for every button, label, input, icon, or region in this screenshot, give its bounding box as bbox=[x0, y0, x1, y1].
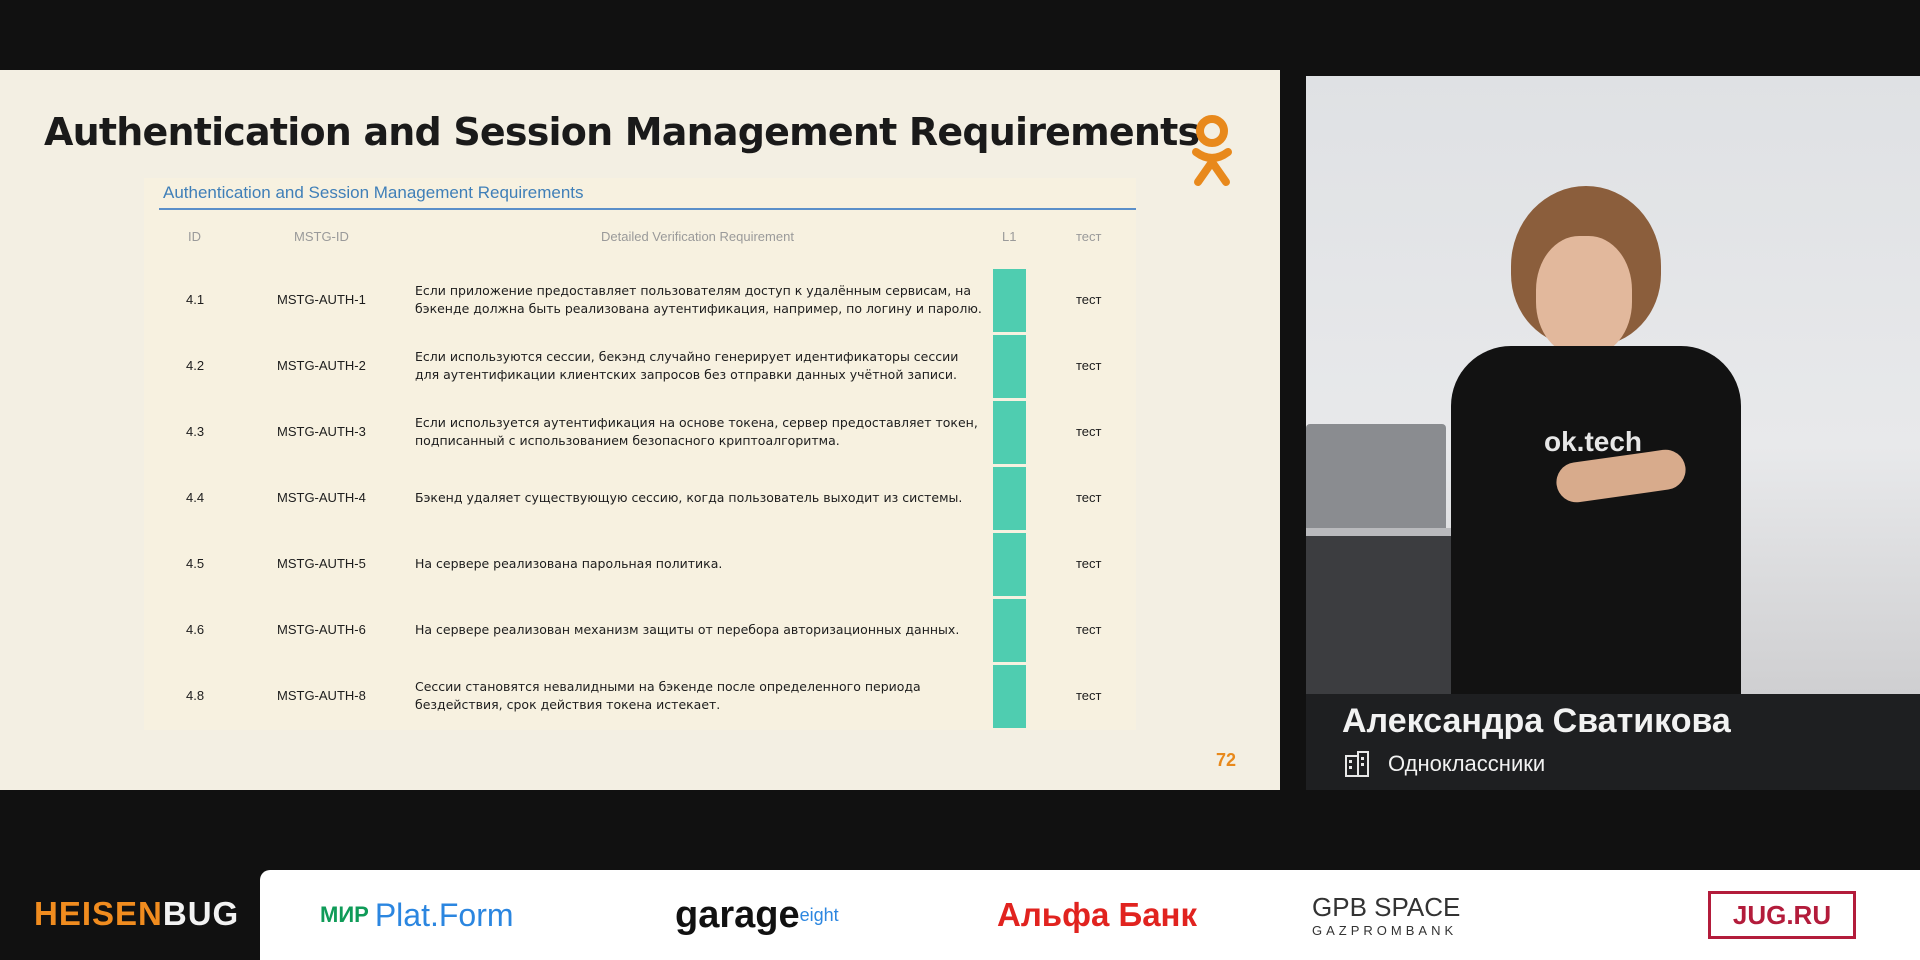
column-header-mstg-id: MSTG-ID bbox=[294, 229, 349, 244]
speaker-video: ok.tech bbox=[1306, 76, 1920, 694]
speaker-body bbox=[1451, 346, 1741, 694]
row-requirement: Сессии становятся невалидными на бэкенде… bbox=[415, 679, 921, 712]
row-test: тест bbox=[1076, 688, 1102, 703]
l1-marker bbox=[993, 335, 1026, 398]
sponsor-name: GPB SPACE bbox=[1312, 892, 1461, 922]
requirements-table: Authentication and Session Management Re… bbox=[144, 178, 1136, 730]
row-test: тест bbox=[1076, 424, 1102, 439]
l1-marker bbox=[993, 533, 1026, 596]
row-requirement: Если используется аутентификация на осно… bbox=[415, 415, 978, 448]
table-divider bbox=[159, 208, 1136, 210]
column-header-id: ID bbox=[188, 229, 201, 244]
shirt-logo: ok.tech bbox=[1544, 426, 1643, 457]
row-requirement: Бэкенд удаляет существующую сессию, когд… bbox=[415, 490, 963, 505]
sponsor-name: garage bbox=[675, 893, 800, 936]
sponsor-garage: garage eight bbox=[675, 870, 839, 960]
presentation-slide: Authentication and Session Management Re… bbox=[0, 70, 1280, 790]
row-id: 4.6 bbox=[186, 622, 205, 637]
table-row: 4.2 MSTG-AUTH-2 Если используются сессии… bbox=[144, 334, 1136, 400]
row-test: тест bbox=[1076, 358, 1102, 373]
row-mstg-id: MSTG-AUTH-4 bbox=[277, 490, 366, 505]
event-logo-part: BUG bbox=[162, 895, 240, 932]
row-requirement: На сервере реализована парольная политик… bbox=[415, 556, 723, 571]
sponsor-sub: GAZPROMBANK bbox=[1312, 923, 1458, 938]
row-mstg-id: MSTG-AUTH-5 bbox=[277, 556, 366, 571]
row-mstg-id: MSTG-AUTH-1 bbox=[277, 292, 366, 307]
row-id: 4.8 bbox=[186, 688, 205, 703]
sponsor-name: Альфа Банк bbox=[997, 896, 1197, 933]
slide-page-number: 72 bbox=[1216, 750, 1237, 770]
laptop bbox=[1306, 424, 1446, 534]
column-header-test: тест bbox=[1076, 229, 1102, 244]
row-test: тест bbox=[1076, 556, 1102, 571]
table-row: 4.5 MSTG-AUTH-5 На сервере реализована п… bbox=[144, 532, 1136, 598]
sponsor-alfabank: Альфа Банк bbox=[997, 870, 1197, 960]
column-header-l1: L1 bbox=[1002, 229, 1017, 244]
event-logo-part: HEISEN bbox=[34, 895, 163, 932]
row-id: 4.5 bbox=[186, 556, 205, 571]
row-id: 4.3 bbox=[186, 424, 205, 439]
row-id: 4.4 bbox=[186, 490, 205, 505]
company-name: Одноклассники bbox=[1388, 751, 1546, 776]
row-test: тест bbox=[1076, 622, 1102, 637]
l1-marker bbox=[993, 599, 1026, 662]
sponsor-sup: eight bbox=[799, 904, 839, 925]
row-test: тест bbox=[1076, 292, 1102, 307]
l1-marker bbox=[993, 665, 1026, 728]
table-row: 4.4 MSTG-AUTH-4 Бэкенд удаляет существую… bbox=[144, 466, 1136, 532]
table-row: 4.8 MSTG-AUTH-8 Сессии становятся невали… bbox=[144, 664, 1136, 730]
speaker-name: Александра Сватикова bbox=[1342, 702, 1731, 740]
sponsor-mark: МИР bbox=[320, 902, 369, 927]
sponsor-bar: МИР Plat.Form garage eight Альфа Банк GPB … bbox=[260, 870, 1920, 960]
row-requirement: На сервере реализован механизм защиты от… bbox=[415, 622, 960, 637]
row-mstg-id: MSTG-AUTH-6 bbox=[277, 622, 366, 637]
speaker-caption: Александра Сватикова Одноклассники bbox=[1306, 694, 1920, 790]
l1-marker bbox=[993, 401, 1026, 464]
building-icon bbox=[1345, 751, 1369, 777]
row-mstg-id: MSTG-AUTH-3 bbox=[277, 424, 366, 439]
table-heading: Authentication and Session Management Re… bbox=[163, 183, 584, 202]
sponsor-platform: МИР Plat.Form bbox=[320, 870, 514, 960]
row-requirement: Если используются сессии, бекэнд случайн… bbox=[415, 349, 959, 382]
odnoklassniki-logo-icon bbox=[1192, 115, 1232, 186]
row-mstg-id: MSTG-AUTH-8 bbox=[277, 688, 366, 703]
sponsor-jugru: JUG.RU bbox=[1708, 891, 1856, 939]
video-frame: Authentication and Session Management Re… bbox=[0, 0, 1920, 960]
l1-marker bbox=[993, 467, 1026, 530]
table-row: 4.3 MSTG-AUTH-3 Если используется аутент… bbox=[144, 400, 1136, 466]
speaker-face bbox=[1536, 236, 1632, 356]
row-mstg-id: MSTG-AUTH-2 bbox=[277, 358, 366, 373]
table-row: 4.6 MSTG-AUTH-6 На сервере реализован ме… bbox=[144, 598, 1136, 664]
row-id: 4.2 bbox=[186, 358, 205, 373]
column-header-requirement: Detailed Verification Requirement bbox=[601, 229, 794, 244]
l1-marker bbox=[993, 269, 1026, 332]
table-row: 4.1 MSTG-AUTH-1 Если приложение предоста… bbox=[144, 268, 1136, 334]
sponsor-name: JUG.RU bbox=[1732, 899, 1832, 930]
row-id: 4.1 bbox=[186, 292, 205, 307]
slide-title: Authentication and Session Management Re… bbox=[44, 110, 1200, 154]
event-logo: HEISENBUG bbox=[34, 895, 239, 933]
row-requirement: Если приложение предоставляет пользовате… bbox=[415, 283, 982, 316]
row-test: тест bbox=[1076, 490, 1102, 505]
sponsor-gpb: GPB SPACE GAZPROMBANK bbox=[1312, 870, 1460, 960]
sponsor-name: Plat.Form bbox=[374, 896, 514, 933]
